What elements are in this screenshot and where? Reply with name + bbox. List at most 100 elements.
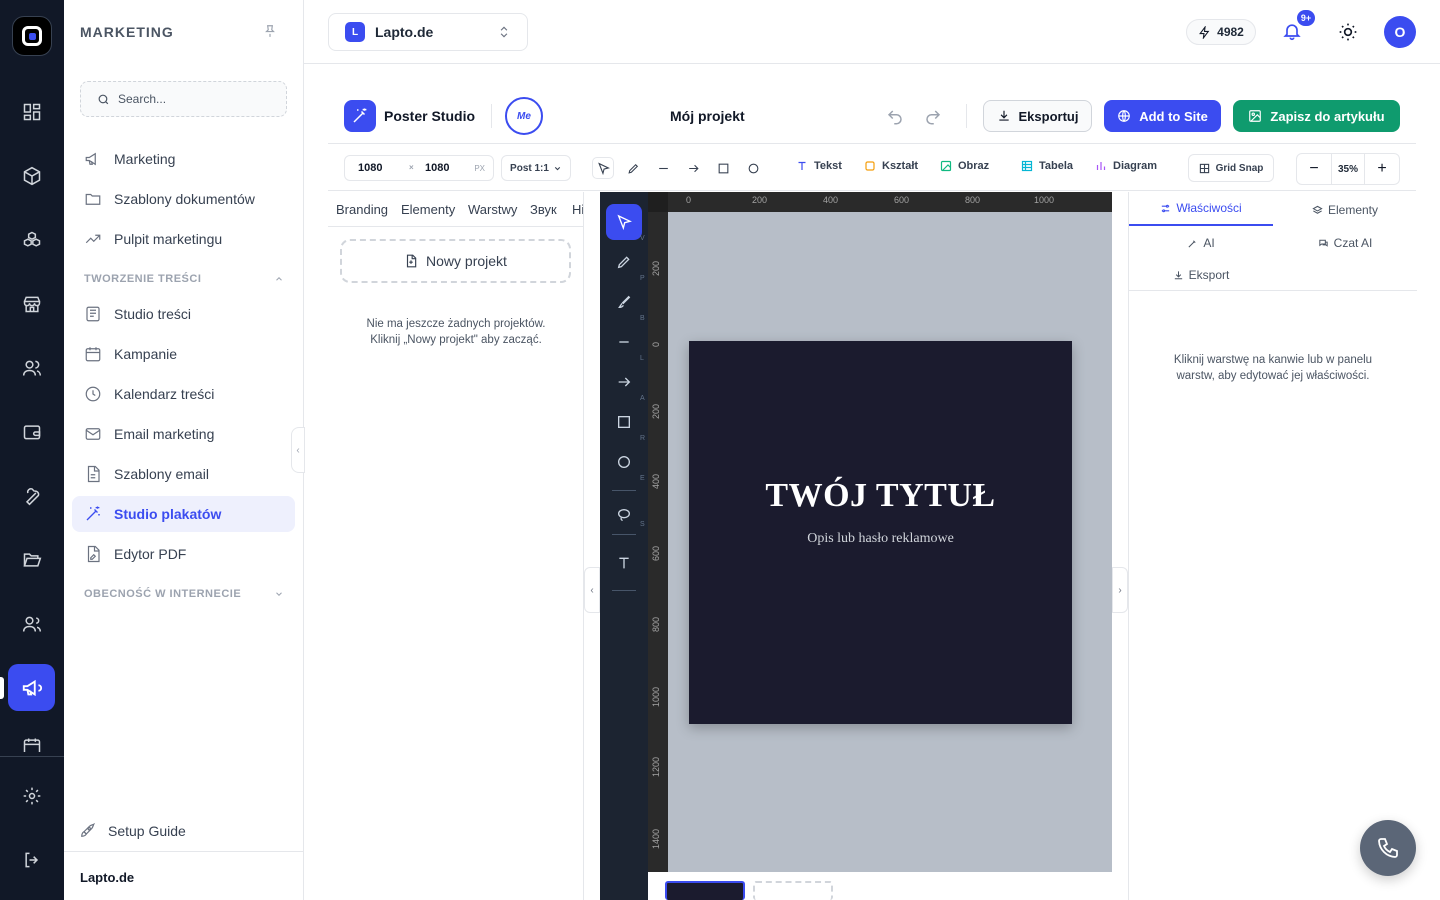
tab-history[interactable]: Hi xyxy=(572,202,583,217)
zoom-in-button[interactable]: + xyxy=(1365,154,1399,184)
wrench-icon[interactable] xyxy=(12,476,52,516)
brush-icon[interactable] xyxy=(606,284,642,320)
width-value[interactable]: 1080 xyxy=(358,162,382,174)
phone-call-button[interactable] xyxy=(1360,820,1416,876)
package-icon[interactable] xyxy=(12,156,52,196)
pin-icon[interactable] xyxy=(263,24,277,38)
sidebar-item-label: Pulpit marketingu xyxy=(114,231,223,247)
boxes-icon[interactable] xyxy=(12,220,52,260)
new-project-button[interactable]: Nowy projekt xyxy=(340,239,571,283)
add-image-button[interactable]: Obraz xyxy=(940,160,989,172)
sidebar-item-document-templates[interactable]: Szablony dokumentów xyxy=(72,181,295,217)
logout-icon[interactable] xyxy=(12,840,52,880)
tab-export[interactable]: Eksport xyxy=(1129,258,1273,292)
add-shape-button[interactable]: Kształt xyxy=(864,160,918,172)
users-icon[interactable] xyxy=(12,348,52,388)
chevron-down-icon xyxy=(553,164,562,173)
sidebar-item-campaigns[interactable]: Kampanie xyxy=(72,336,295,372)
sidebar-item-content-studio[interactable]: Studio treści xyxy=(72,296,295,332)
add-diagram-button[interactable]: Diagram xyxy=(1095,160,1157,172)
add-page-placeholder[interactable] xyxy=(753,881,833,900)
sidebar-item-poster-studio[interactable]: Studio plakatów xyxy=(72,496,295,532)
add-to-site-label: Add to Site xyxy=(1139,108,1208,124)
sidebar-item-marketing-dashboard[interactable]: Pulpit marketingu xyxy=(72,221,295,257)
cursor-icon[interactable] xyxy=(592,157,614,179)
poster-artboard[interactable]: TWÓJ TYTUŁ Opis lub hasło reklamowe xyxy=(689,341,1072,724)
tab-properties[interactable]: Właściwości xyxy=(1129,192,1273,226)
arrow-right-icon[interactable] xyxy=(682,157,704,179)
circle-icon[interactable] xyxy=(742,157,764,179)
page-thumbnail[interactable] xyxy=(665,881,745,900)
store-icon[interactable] xyxy=(12,284,52,324)
tool-divider xyxy=(612,534,636,535)
pencil-icon[interactable] xyxy=(606,244,642,280)
right-panel-collapse-handle[interactable]: › xyxy=(1112,567,1128,613)
section-online-presence[interactable]: OBECNOŚĆ W INTERNECIE xyxy=(84,588,284,600)
studio-name: Poster Studio xyxy=(384,108,476,124)
sidebar-item-email-marketing[interactable]: Email marketing xyxy=(72,416,295,452)
pencil-icon[interactable] xyxy=(622,157,644,179)
sidebar-item-pdf-editor[interactable]: Edytor PDF xyxy=(72,536,295,572)
poster-subtitle[interactable]: Opis lub hasło reklamowe xyxy=(689,531,1072,547)
add-table-button[interactable]: Tabela xyxy=(1021,160,1073,172)
undo-icon[interactable] xyxy=(886,108,904,126)
redo-icon[interactable] xyxy=(924,108,942,126)
sidebar-item-marketing[interactable]: Marketing xyxy=(72,141,295,177)
tab-layers[interactable]: Warstwy xyxy=(468,202,517,217)
save-to-article-button[interactable]: Zapisz do artykułu xyxy=(1233,100,1400,132)
ruler-label: 0 xyxy=(686,195,692,205)
circle-icon[interactable] xyxy=(606,444,642,480)
me-badge[interactable]: Me xyxy=(505,97,543,135)
ruler-label: 200 xyxy=(651,403,661,419)
sidebar-item-content-calendar[interactable]: Kalendarz treści xyxy=(72,376,295,412)
rectangle-icon[interactable] xyxy=(712,157,734,179)
grid-snap-toggle[interactable]: Grid Snap xyxy=(1188,154,1274,182)
shortcut-key: E xyxy=(640,475,645,482)
sun-icon[interactable] xyxy=(1338,22,1358,42)
folder-open-icon[interactable] xyxy=(12,540,52,580)
app-logo[interactable] xyxy=(12,16,52,56)
team-icon[interactable] xyxy=(12,604,52,644)
sidebar-item-email-templates[interactable]: Szablony email xyxy=(72,456,295,492)
setup-guide-link[interactable]: Setup Guide xyxy=(78,822,186,840)
type-icon[interactable] xyxy=(606,545,642,581)
zoom-out-button[interactable]: − xyxy=(1297,154,1331,184)
add-to-site-button[interactable]: Add to Site xyxy=(1104,100,1221,132)
site-selector[interactable]: L Lapto.de xyxy=(328,13,528,51)
editor-toolbar: 1080 × 1080 PX Post 1:1 Tekst Kształt Ob… xyxy=(328,143,1416,191)
export-button[interactable]: Eksportuj xyxy=(983,100,1092,132)
canvas-size-input[interactable]: 1080 × 1080 PX xyxy=(344,155,494,181)
dashboard-icon[interactable] xyxy=(12,92,52,132)
avatar[interactable]: O xyxy=(1384,16,1416,48)
height-value[interactable]: 1080 xyxy=(425,162,449,174)
header-divider xyxy=(491,104,492,128)
preset-select[interactable]: Post 1:1 xyxy=(501,155,571,181)
tab-branding[interactable]: Branding xyxy=(336,202,388,217)
tab-elements[interactable]: Elementy xyxy=(1273,193,1417,227)
zoom-value[interactable]: 35% xyxy=(1331,154,1365,184)
tab-sound[interactable]: Звук xyxy=(530,202,557,217)
lasso-icon[interactable] xyxy=(606,497,642,533)
search-icon xyxy=(97,93,110,106)
shape-label: Kształt xyxy=(882,160,919,172)
poster-title[interactable]: TWÓJ TYTUŁ xyxy=(689,477,1072,515)
calendar-icon[interactable] xyxy=(12,736,52,752)
arrow-right-icon[interactable] xyxy=(606,364,642,400)
section-content-creation[interactable]: TWORZENIE TREŚCI xyxy=(84,273,284,285)
tab-elements[interactable]: Elementy xyxy=(401,202,455,217)
credits-badge[interactable]: 4982 xyxy=(1186,19,1256,45)
rectangle-icon[interactable] xyxy=(606,404,642,440)
search-input[interactable]: Search... xyxy=(80,81,287,117)
wallet-icon[interactable] xyxy=(12,412,52,452)
sidebar-collapse-handle[interactable]: ‹ xyxy=(291,427,305,473)
tab-ai[interactable]: AI xyxy=(1129,226,1273,260)
left-panel-collapse-handle[interactable]: ‹ xyxy=(584,567,600,613)
add-text-button[interactable]: Tekst xyxy=(796,160,842,172)
project-title[interactable]: Mój projekt xyxy=(670,108,745,124)
line-icon[interactable] xyxy=(652,157,674,179)
settings-icon[interactable] xyxy=(12,776,52,816)
megaphone-icon[interactable] xyxy=(8,664,55,711)
tab-ai-chat[interactable]: Czat AI xyxy=(1273,226,1417,260)
line-icon[interactable] xyxy=(606,324,642,360)
cursor-icon[interactable] xyxy=(606,204,642,240)
